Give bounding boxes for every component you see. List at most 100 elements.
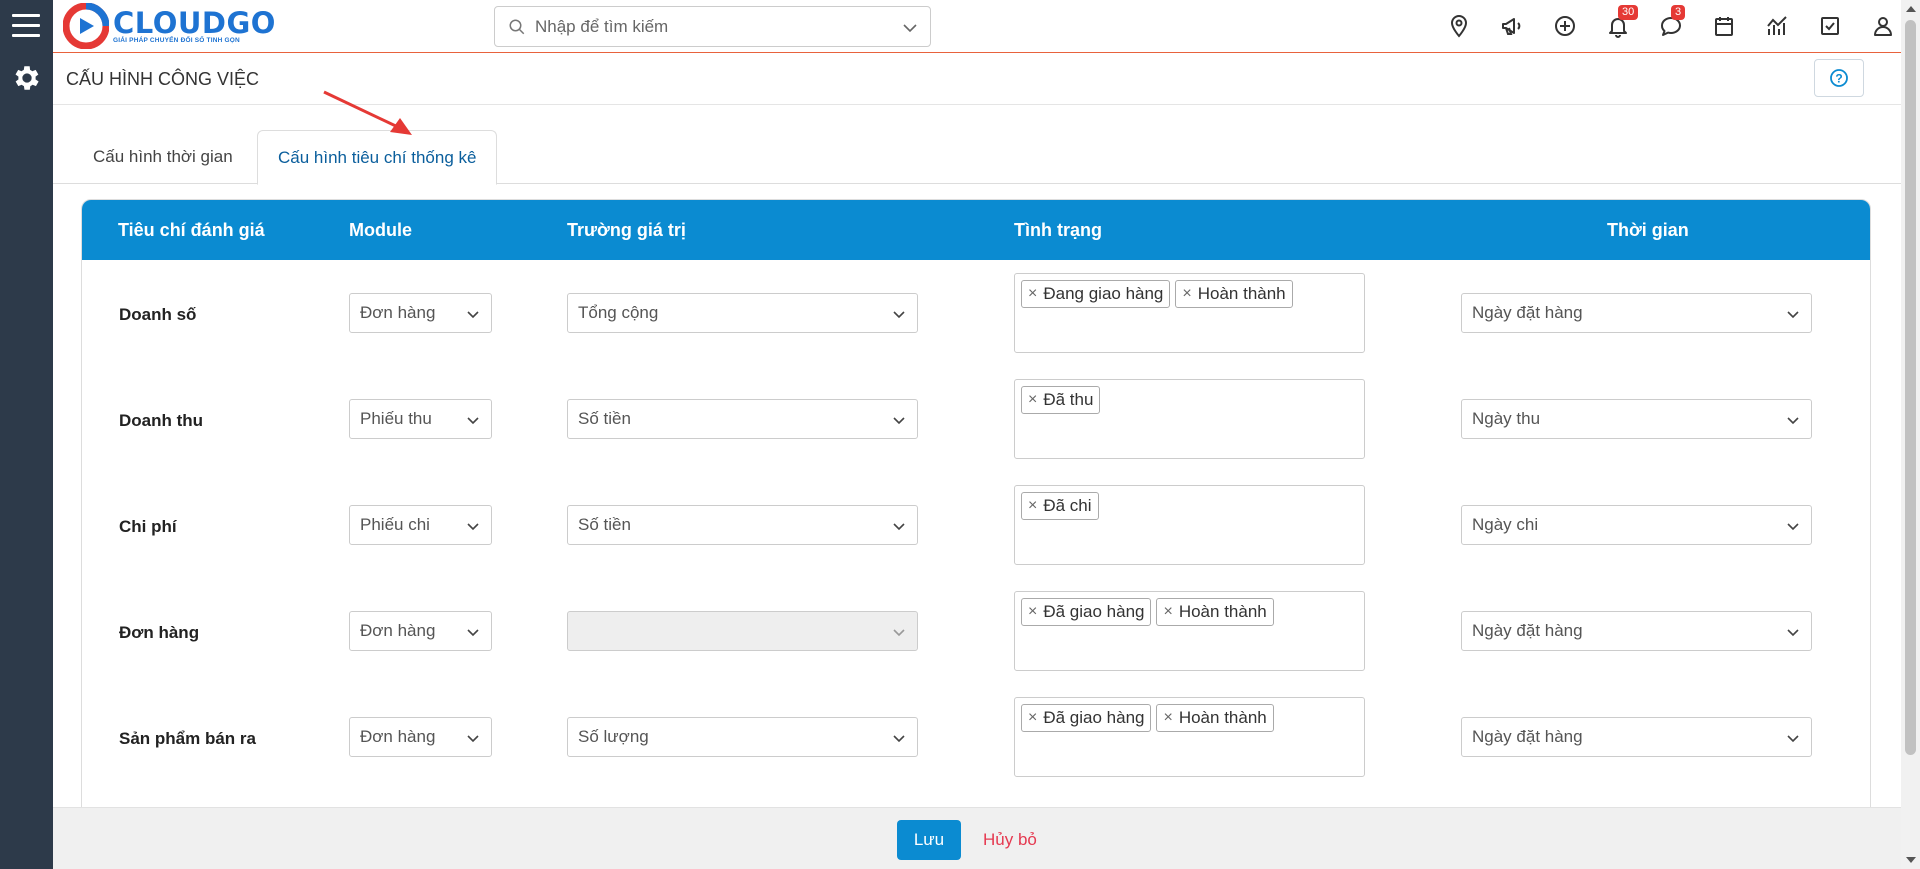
chevron-down-icon bbox=[467, 523, 479, 531]
annotation-arrow-icon bbox=[323, 90, 412, 135]
status-tag: × Đã giao hàng bbox=[1021, 704, 1152, 732]
search-input[interactable] bbox=[535, 15, 895, 39]
scrollbar-thumb[interactable] bbox=[1905, 20, 1916, 755]
remove-tag-icon[interactable]: × bbox=[1163, 603, 1172, 621]
remove-tag-icon[interactable]: × bbox=[1028, 709, 1037, 727]
module-select[interactable]: Đơn hàng bbox=[349, 611, 492, 651]
chevron-down-icon bbox=[893, 735, 905, 743]
chevron-down-icon bbox=[1787, 629, 1799, 637]
criteria-label: Doanh thu bbox=[119, 411, 204, 430]
calendar-icon[interactable] bbox=[1712, 14, 1738, 40]
chevron-down-icon bbox=[893, 523, 905, 531]
module-select[interactable]: Đơn hàng bbox=[349, 717, 492, 757]
status-multiselect[interactable]: × Đã giao hàng × Hoàn thành bbox=[1014, 697, 1365, 777]
status-multiselect[interactable]: × Đang giao hàng × Hoàn thành bbox=[1014, 273, 1365, 353]
scroll-up-arrow-icon[interactable] bbox=[1906, 6, 1916, 12]
value-field-select-value: Tổng cộng bbox=[578, 303, 659, 322]
status-tag-label: Đã thu bbox=[1043, 390, 1094, 409]
chat-icon[interactable]: 3 bbox=[1659, 5, 1686, 40]
status-tag: × Đang giao hàng bbox=[1021, 280, 1171, 308]
value-field-select[interactable]: Số lượng bbox=[567, 717, 918, 757]
remove-tag-icon[interactable]: × bbox=[1163, 709, 1172, 727]
time-select-value: Ngày thu bbox=[1472, 409, 1541, 428]
top-bar: CLOUDGO GIẢI PHÁP CHUYỂN ĐỔI SỐ TINH GỌN… bbox=[53, 0, 1901, 53]
bell-icon[interactable]: 30 bbox=[1606, 5, 1639, 40]
module-select[interactable]: Phiếu thu bbox=[349, 399, 492, 439]
table-row: Sản phẩm bán ra Đơn hàng Số lượng × Đã gi… bbox=[82, 684, 1870, 790]
chevron-down-icon bbox=[1787, 523, 1799, 531]
settings-gear-icon[interactable] bbox=[11, 62, 43, 94]
time-select[interactable]: Ngày đặt hàng bbox=[1461, 293, 1812, 333]
save-button[interactable]: Lưu bbox=[897, 820, 961, 860]
status-tag-label: Đã giao hàng bbox=[1043, 602, 1145, 621]
table-row: Doanh thu Phiếu thu Số tiền × Đã thu Ngày… bbox=[82, 366, 1870, 472]
notifications-badge: 30 bbox=[1618, 5, 1639, 20]
module-select-value: Đơn hàng bbox=[360, 727, 436, 746]
module-select-value: Đơn hàng bbox=[360, 303, 436, 322]
time-select[interactable]: Ngày đặt hàng bbox=[1461, 611, 1812, 651]
chart-icon[interactable] bbox=[1765, 14, 1791, 40]
chevron-down-icon bbox=[893, 629, 905, 637]
status-multiselect[interactable]: × Đã giao hàng × Hoàn thành bbox=[1014, 591, 1365, 671]
cancel-button[interactable]: Hủy bỏ bbox=[983, 830, 1037, 850]
vertical-scrollbar[interactable] bbox=[1901, 0, 1920, 869]
menu-icon[interactable] bbox=[12, 14, 40, 44]
value-field-select[interactable]: Tổng cộng bbox=[567, 293, 918, 333]
module-select-value: Đơn hàng bbox=[360, 621, 436, 640]
time-select[interactable]: Ngày thu bbox=[1461, 399, 1812, 439]
module-select-value: Phiếu chi bbox=[360, 515, 430, 534]
chevron-down-icon bbox=[893, 311, 905, 319]
time-select-value: Ngày đặt hàng bbox=[1472, 621, 1583, 640]
form-footer: Lưu Hủy bỏ bbox=[53, 807, 1901, 869]
search-icon bbox=[509, 19, 525, 35]
value-field-select[interactable]: Số tiền bbox=[567, 505, 918, 545]
table-row: Doanh số Đơn hàng Tổng cộng × Đang giao h… bbox=[82, 260, 1870, 366]
plus-circle-icon[interactable] bbox=[1553, 14, 1579, 40]
header-criteria: Tiêu chí đánh giá bbox=[118, 220, 265, 240]
header-module: Module bbox=[349, 220, 412, 240]
chevron-down-icon bbox=[467, 629, 479, 637]
remove-tag-icon[interactable]: × bbox=[1028, 603, 1037, 621]
remove-tag-icon[interactable]: × bbox=[1028, 391, 1037, 409]
svg-text:?: ? bbox=[1835, 72, 1842, 86]
megaphone-icon[interactable] bbox=[1500, 14, 1526, 40]
time-select[interactable]: Ngày đặt hàng bbox=[1461, 717, 1812, 757]
module-select[interactable]: Đơn hàng bbox=[349, 293, 492, 333]
chevron-down-icon bbox=[1787, 417, 1799, 425]
value-field-select-value: Số lượng bbox=[578, 727, 649, 746]
scroll-down-arrow-icon[interactable] bbox=[1906, 857, 1916, 863]
cloudgo-logo[interactable]: CLOUDGO GIẢI PHÁP CHUYỂN ĐỔI SỐ TINH GỌN bbox=[63, 2, 276, 50]
table-header: Tiêu chí đánh giá Module Trường giá trị … bbox=[82, 200, 1870, 260]
remove-tag-icon[interactable]: × bbox=[1028, 497, 1037, 515]
status-multiselect[interactable]: × Đã thu bbox=[1014, 379, 1365, 459]
header-status: Tình trạng bbox=[1014, 220, 1102, 240]
chevron-down-icon bbox=[467, 735, 479, 743]
time-select-value: Ngày chi bbox=[1472, 515, 1539, 534]
chevron-down-icon[interactable] bbox=[902, 20, 918, 36]
user-icon[interactable] bbox=[1871, 14, 1897, 40]
chevron-down-icon bbox=[893, 417, 905, 425]
tab-time-config[interactable]: Cấu hình thời gian bbox=[73, 130, 253, 184]
location-pin-icon[interactable] bbox=[1447, 14, 1473, 40]
chevron-down-icon bbox=[1787, 735, 1799, 743]
status-tag-label: Hoàn thành bbox=[1178, 708, 1267, 727]
remove-tag-icon[interactable]: × bbox=[1182, 285, 1191, 303]
status-tag: × Hoàn thành bbox=[1156, 704, 1274, 732]
header-time: Thời gian bbox=[1607, 220, 1689, 240]
status-multiselect[interactable]: × Đã chi bbox=[1014, 485, 1365, 565]
left-sidebar bbox=[0, 0, 53, 869]
time-select[interactable]: Ngày chi bbox=[1461, 505, 1812, 545]
chevron-down-icon bbox=[467, 311, 479, 319]
remove-tag-icon[interactable]: × bbox=[1028, 285, 1037, 303]
global-search[interactable] bbox=[494, 6, 931, 47]
status-tag-label: Hoàn thành bbox=[1197, 284, 1286, 303]
module-select[interactable]: Phiếu chi bbox=[349, 505, 492, 545]
task-checkbox-icon[interactable] bbox=[1818, 14, 1844, 40]
page-title: CẤU HÌNH CÔNG VIỆC bbox=[66, 69, 260, 89]
help-button[interactable]: ? bbox=[1814, 59, 1864, 97]
module-select-value: Phiếu thu bbox=[360, 409, 432, 428]
value-field-select-disabled bbox=[567, 611, 918, 651]
value-field-select[interactable]: Số tiền bbox=[567, 399, 918, 439]
criteria-label: Chi phí bbox=[119, 517, 177, 536]
time-select-value: Ngày đặt hàng bbox=[1472, 727, 1583, 746]
